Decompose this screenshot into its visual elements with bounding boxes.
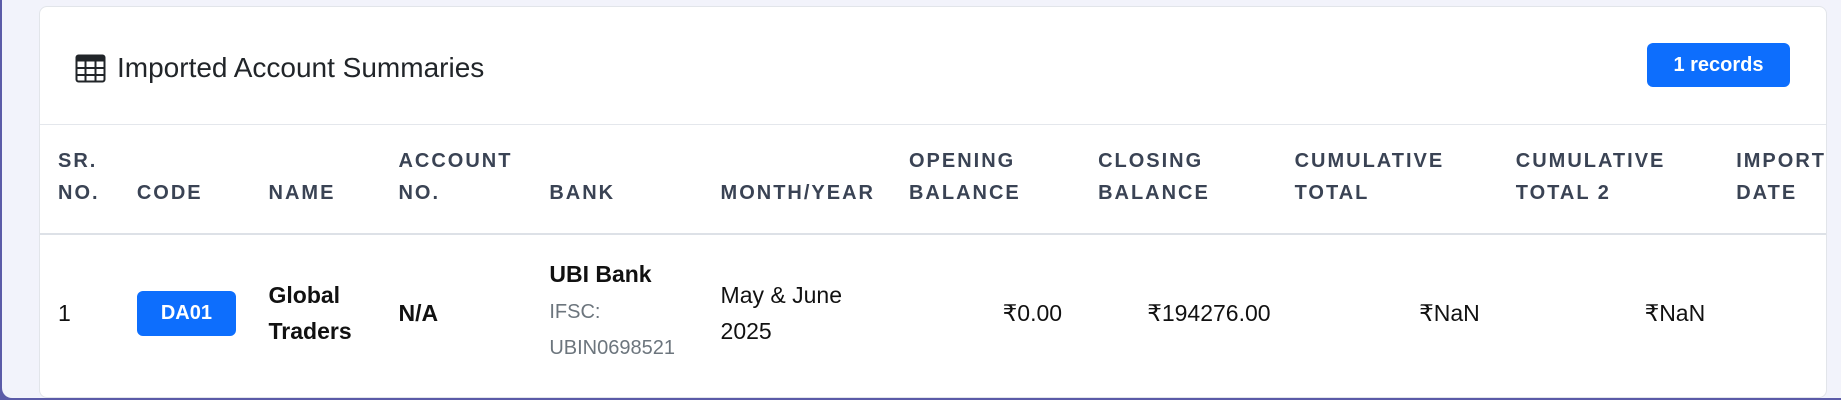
page-title: Imported Account Summaries — [117, 52, 485, 83]
bank-ifsc-label: IFSC: — [549, 300, 601, 323]
cell-opening-balance: ₹0.00 — [1002, 299, 1063, 326]
column-header-month-year[interactable]: MONTH/YEAR — [720, 125, 909, 235]
cell-code: DA01 — [136, 234, 269, 391]
column-header-sr-no[interactable]: SR. NO. — [40, 125, 137, 235]
table-row[interactable]: 1 DA01 Global Traders N/A UBI Bank IFSC:… — [40, 234, 1826, 391]
card-header: Imported Account Summaries 1 records — [40, 7, 1826, 125]
account-number: N/A — [398, 299, 439, 326]
column-header-name[interactable]: NAME — [268, 125, 399, 235]
table-icon — [75, 53, 106, 84]
cell-cumulative-total: ₹NaN — [1419, 299, 1480, 326]
account-name-line2: Traders — [268, 318, 352, 344]
column-header-code[interactable]: CODE — [136, 125, 269, 235]
cell-cumulative-total-2: ₹NaN — [1644, 299, 1706, 326]
account-name-line1: Global — [268, 282, 341, 308]
cell-name: Global Traders — [269, 234, 399, 391]
cell-sr-no: 1 — [58, 299, 71, 326]
cell-closing-balance: ₹194276.00 — [1147, 299, 1271, 326]
column-header-closing-balance[interactable]: CLOSING BALANCE — [1098, 125, 1295, 235]
column-header-cumulative-total[interactable]: CUMULATIVE TOTAL — [1294, 125, 1516, 235]
column-header-cumulative-total-2[interactable]: CUMULATIVE TOTAL 2 — [1515, 125, 1737, 235]
table-header-row: SR. NO. CODE NAME ACCOUNT NO. BANK MONTH — [40, 125, 1826, 235]
code-badge: DA01 — [136, 290, 236, 336]
bank-ifsc-code: UBIN0698521 — [549, 336, 675, 359]
cell-month-year: May & June 2025 — [721, 234, 909, 391]
month-line2: 2025 — [720, 318, 772, 344]
column-header-import-date[interactable]: IMPORT DATE — [1736, 125, 1826, 235]
records-count-badge: 1 records — [1647, 43, 1790, 87]
cell-bank: UBI Bank IFSC: UBIN0698521 — [549, 234, 720, 391]
month-line1: May & June — [720, 282, 842, 308]
column-header-account-no[interactable]: ACCOUNT NO. — [398, 125, 550, 235]
cell-import-date — [1736, 234, 1826, 391]
column-header-opening-balance[interactable]: OPENING BALANCE — [908, 125, 1099, 235]
bank-name: UBI Bank — [549, 260, 652, 287]
column-header-bank[interactable]: BANK — [549, 125, 721, 235]
account-summaries-card: Imported Account Summaries 1 records SR.… — [39, 6, 1827, 398]
cell-account-no: N/A — [398, 234, 549, 391]
card-title-group: Imported Account Summaries — [75, 52, 484, 84]
account-summaries-table: SR. NO. CODE NAME ACCOUNT NO. BANK MONTH — [40, 125, 1826, 391]
